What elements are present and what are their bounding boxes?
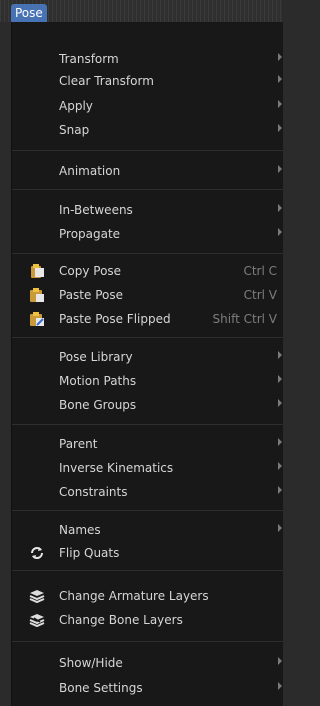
menu-item-label: Paste Pose Flipped	[59, 312, 171, 326]
submenu-arrow-icon	[278, 351, 282, 359]
menu-item-label: Copy Pose	[59, 264, 122, 278]
menu-item-label: Animation	[59, 164, 121, 178]
menu-item-label: Bone Groups	[59, 398, 137, 412]
menu-item-names[interactable]: Names	[12, 519, 283, 541]
shortcut-label: Ctrl C	[243, 264, 277, 278]
pose-menu: Transform Clear Transform Apply Snap Ani…	[11, 22, 283, 706]
menu-item-clear-transform[interactable]: Clear Transform	[12, 70, 283, 92]
menu-item-label: Parent	[59, 437, 98, 451]
menu-item-label: Apply	[59, 99, 93, 113]
submenu-arrow-icon	[278, 165, 282, 173]
menu-separator	[12, 150, 283, 151]
submenu-arrow-icon	[278, 100, 282, 108]
submenu-arrow-icon	[278, 682, 282, 690]
pose-menu-button[interactable]: Pose	[11, 4, 47, 22]
menu-item-label: Change Armature Layers	[59, 589, 209, 603]
menu-item-parent[interactable]: Parent	[12, 433, 283, 455]
menu-item-paste-pose-flipped[interactable]: Paste Pose Flipped Shift Ctrl V	[12, 308, 283, 330]
clipboard-paste-flipped-icon	[28, 310, 46, 328]
menu-item-constraints[interactable]: Constraints	[12, 481, 283, 503]
submenu-arrow-icon	[278, 75, 282, 83]
layers-icon	[28, 587, 46, 605]
menu-item-change-bone-layers[interactable]: Change Bone Layers	[12, 609, 283, 631]
menu-item-label: Clear Transform	[59, 74, 154, 88]
menu-item-label: Pose Library	[59, 350, 133, 364]
clipboard-copy-icon	[28, 262, 46, 280]
menu-item-label: Bone Settings	[59, 681, 143, 695]
menu-item-flip-quats[interactable]: Flip Quats	[12, 542, 283, 564]
submenu-arrow-icon	[278, 524, 282, 532]
submenu-arrow-icon	[278, 53, 282, 61]
layers-bone-icon	[28, 611, 46, 629]
menu-separator	[12, 337, 283, 338]
menu-item-label: Inverse Kinematics	[59, 461, 174, 475]
menu-item-pose-library[interactable]: Pose Library	[12, 346, 283, 368]
shortcut-label: Ctrl V	[243, 288, 277, 302]
menu-item-label: Propagate	[59, 227, 121, 241]
menu-item-in-betweens[interactable]: In-Betweens	[12, 199, 283, 221]
menu-item-label: Constraints	[59, 485, 128, 499]
menu-item-label: Show/Hide	[59, 656, 123, 670]
submenu-arrow-icon	[278, 462, 282, 470]
submenu-arrow-icon	[278, 399, 282, 407]
submenu-arrow-icon	[278, 438, 282, 446]
clipboard-paste-icon	[28, 286, 46, 304]
menu-item-show-hide[interactable]: Show/Hide	[12, 652, 283, 674]
menu-item-label: Transform	[59, 52, 119, 66]
submenu-arrow-icon	[278, 124, 282, 132]
menu-item-apply[interactable]: Apply	[12, 95, 283, 117]
submenu-arrow-icon	[278, 228, 282, 236]
submenu-arrow-icon	[278, 486, 282, 494]
menu-item-bone-groups[interactable]: Bone Groups	[12, 394, 283, 416]
menu-item-label: Change Bone Layers	[59, 613, 183, 627]
menu-item-paste-pose[interactable]: Paste Pose Ctrl V	[12, 284, 283, 306]
menu-item-snap[interactable]: Snap	[12, 119, 283, 141]
menu-item-label: Snap	[59, 123, 90, 137]
menu-item-label: Flip Quats	[59, 546, 120, 560]
menu-separator	[12, 424, 283, 425]
refresh-icon	[28, 544, 46, 562]
menu-item-label: Paste Pose	[59, 288, 123, 302]
shortcut-label: Shift Ctrl V	[212, 312, 277, 326]
submenu-arrow-icon	[278, 375, 282, 383]
menu-item-label: Motion Paths	[59, 374, 137, 388]
submenu-arrow-icon	[278, 204, 282, 212]
menu-item-change-armature-layers[interactable]: Change Armature Layers	[12, 585, 283, 607]
menu-item-label: Names	[59, 523, 101, 537]
menu-item-copy-pose[interactable]: Copy Pose Ctrl C	[12, 260, 283, 282]
menu-item-propagate[interactable]: Propagate	[12, 223, 283, 245]
menu-item-transform[interactable]: Transform	[12, 48, 283, 70]
menu-separator	[12, 510, 283, 511]
menu-separator	[12, 641, 283, 642]
menu-item-label: In-Betweens	[59, 203, 133, 217]
menu-item-inverse-kinematics[interactable]: Inverse Kinematics	[12, 457, 283, 479]
submenu-arrow-icon	[278, 657, 282, 665]
menu-separator	[12, 189, 283, 190]
menu-item-bone-settings[interactable]: Bone Settings	[12, 677, 283, 699]
menu-separator	[12, 253, 283, 254]
menu-item-animation[interactable]: Animation	[12, 160, 283, 182]
menu-item-motion-paths[interactable]: Motion Paths	[12, 370, 283, 392]
menu-separator	[12, 570, 283, 571]
